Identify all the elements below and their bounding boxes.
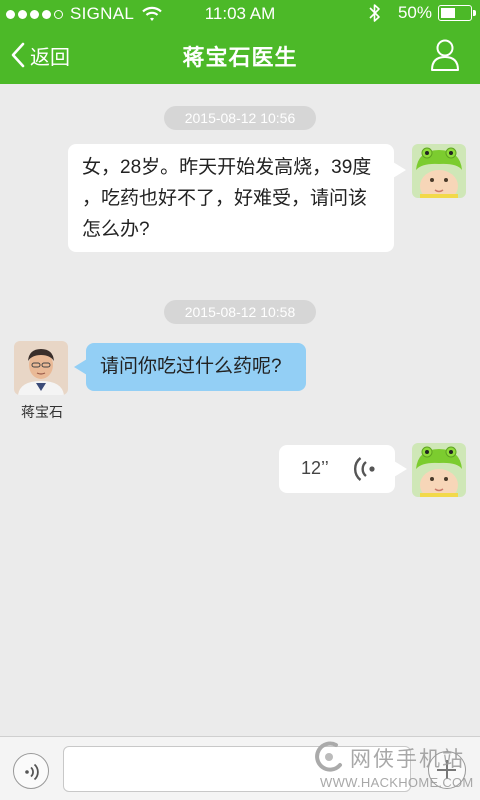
message-line: 怎么办?: [82, 219, 150, 240]
message-line: ，吃药也好不了，好难受，请问该: [82, 188, 368, 209]
battery-icon: [438, 5, 476, 21]
message-input[interactable]: [63, 746, 411, 792]
voice-wave-icon: [354, 457, 375, 481]
profile-icon[interactable]: [430, 38, 460, 72]
chat-area[interactable]: 2015-08-12 10:56 女，28岁。昨天开始发高烧，39度 ，吃药也好…: [0, 84, 480, 736]
battery-fill: [441, 8, 455, 18]
voice-icon: [25, 763, 39, 781]
baby-avatar-icon: [412, 144, 466, 198]
doctor-name: 蒋宝石: [21, 404, 63, 420]
voice-message-bubble[interactable]: 12’’: [279, 445, 407, 493]
message-line: 女，28岁。昨天开始发高烧，39度: [82, 157, 372, 178]
timestamp: 2015-08-12 10:58: [164, 300, 316, 324]
patient-message-bubble[interactable]: 女，28岁。昨天开始发高烧，39度 ，吃药也好不了，好难受，请问该 怎么办?: [68, 144, 406, 252]
baby-avatar-icon: [412, 443, 466, 497]
doctor-avatar-icon: [14, 341, 68, 395]
voice-duration: 12’’: [301, 458, 329, 478]
bluetooth-icon: [369, 4, 380, 22]
add-attachment-button[interactable]: [428, 751, 466, 789]
message-text: 请问你吃过什么药呢?: [100, 356, 282, 377]
app-header: SIGNAL 11:03 AM 50% 返回 蒋宝石医生: [0, 0, 480, 84]
battery-percent: 50%: [397, 3, 432, 22]
patient-avatar[interactable]: [412, 144, 466, 198]
status-bar: SIGNAL 11:03 AM 50%: [0, 0, 480, 28]
voice-input-toggle[interactable]: [13, 753, 49, 789]
page-title: 蒋宝石医生: [182, 45, 298, 70]
status-right: 50%: [368, 3, 476, 23]
patient-avatar[interactable]: [412, 443, 466, 497]
doctor-avatar[interactable]: [14, 341, 68, 395]
composer-bar: [0, 736, 480, 800]
nav-bar: 返回 蒋宝石医生: [0, 28, 480, 84]
doctor-message-bubble[interactable]: 请问你吃过什么药呢?: [74, 343, 306, 391]
timestamp: 2015-08-12 10:56: [164, 106, 316, 130]
